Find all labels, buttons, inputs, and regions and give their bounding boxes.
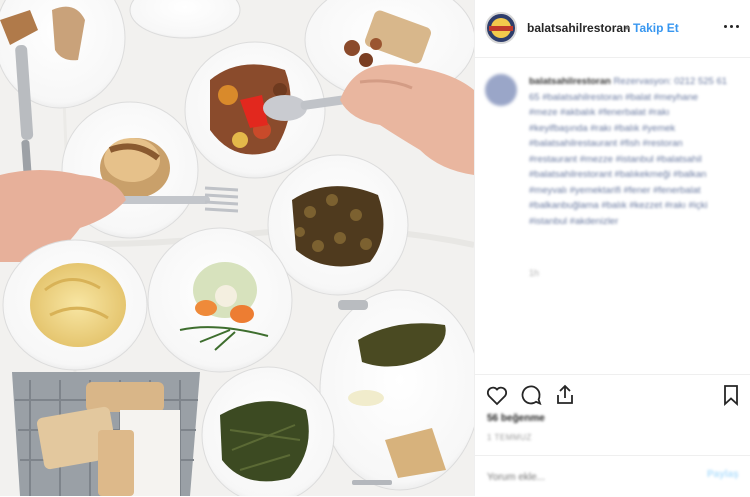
post-date: 1 TEMMUZ [487,433,532,442]
actions-section: 56 beğenme 1 TEMMUZ Paylaş [475,374,750,496]
profile-avatar[interactable] [485,12,517,44]
caption-time: 1h [529,268,540,278]
post-side-panel: balatsahilrestoran • Takip Et balatsahil… [474,0,750,496]
comment-icon[interactable] [519,383,543,407]
username-link[interactable]: balatsahilrestoran [527,21,630,35]
caption-avatar[interactable] [485,74,517,106]
separator-dot: • [625,21,630,35]
likes-count[interactable]: 56 beğenme [487,413,545,424]
comment-bar: Paylaş [475,455,750,497]
more-options-icon[interactable] [719,14,743,38]
post-comment-button[interactable]: Paylaş [707,469,739,480]
post-caption: balatsahilrestoran Rezervasyon: 0212 525… [529,74,729,229]
caption-username[interactable]: balatsahilrestoran [529,76,611,87]
heart-icon[interactable] [485,383,509,407]
post-photo[interactable] [0,0,474,496]
caption-text: Rezervasyon: 0212 525 61 65 #balatsahilr… [529,76,728,227]
food-table-photo [0,0,474,496]
avatar-logo-band [489,26,513,31]
comment-input[interactable] [485,466,689,488]
bookmark-icon[interactable] [719,383,743,407]
caption-area: balatsahilrestoran Rezervasyon: 0212 525… [475,58,750,378]
follow-button[interactable]: Takip Et [633,21,679,35]
post-header: balatsahilrestoran • Takip Et [475,0,750,58]
share-icon[interactable] [553,383,577,407]
